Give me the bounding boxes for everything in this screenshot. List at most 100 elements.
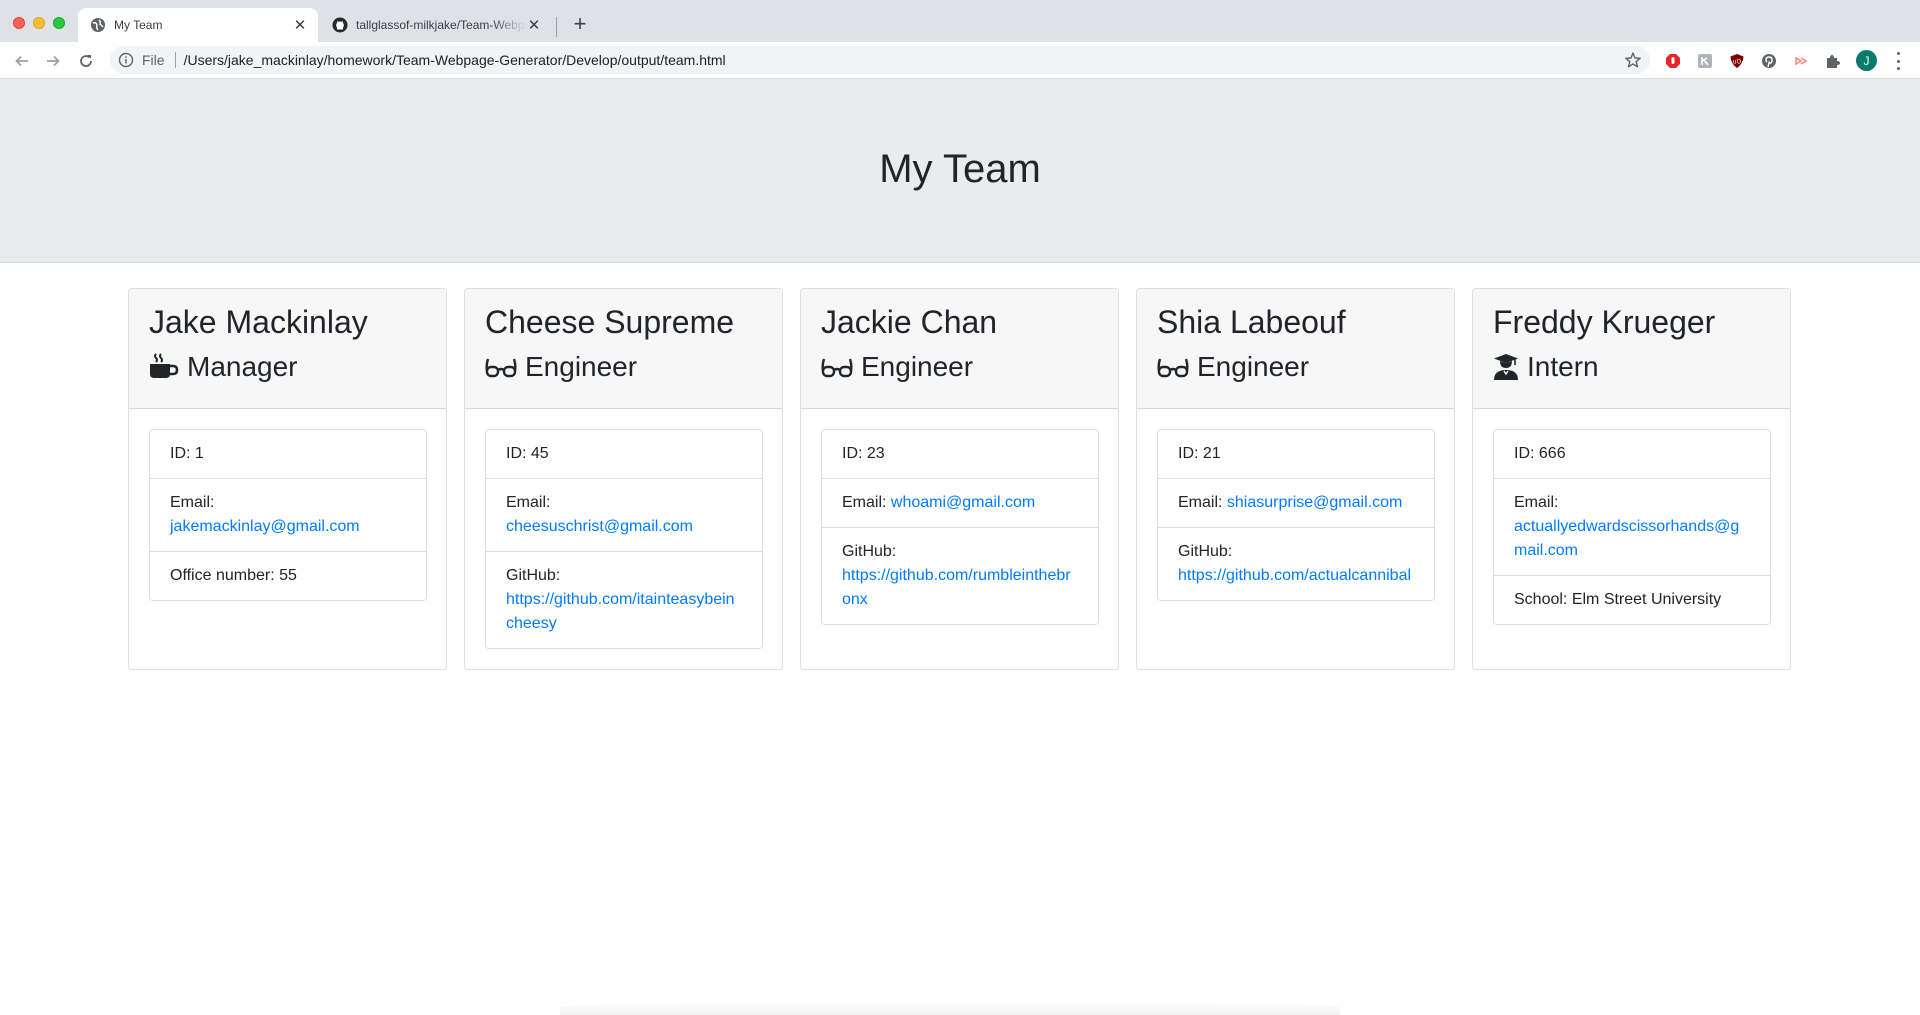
employee-role: Engineer [485,349,637,385]
email-link[interactable]: actuallyedwardscissorhands@gmail.com [1514,518,1739,559]
employee-id: ID: 666 [1514,445,1566,462]
tab-my-team[interactable]: My Team ✕ [78,8,318,42]
globe-icon [90,17,106,33]
address-bar[interactable]: File /Users/jake_mackinlay/homework/Team… [110,46,1650,74]
card-header: Jackie Chan Engineer [801,289,1118,409]
email-link[interactable]: cheesuschrist@gmail.com [506,518,693,535]
role-label: Engineer [1197,351,1310,382]
tab-title: My Team [114,18,163,32]
ublock-icon[interactable]: uO [1728,52,1746,70]
card-header: Cheese Supreme Engineer [465,289,782,409]
email-link[interactable]: shiasurprise@gmail.com [1227,494,1402,511]
role-label: Manager [187,351,298,382]
employee-email-row: Email: whoami@gmail.com [822,478,1098,527]
email-link[interactable]: whoami@gmail.com [891,494,1035,511]
github-link[interactable]: https://github.com/itainteasybeincheesy [506,591,735,632]
email-link[interactable]: jakemackinlay@gmail.com [170,518,360,535]
maximize-window-button[interactable] [53,17,65,29]
employee-card: Jackie Chan Engineer ID: 23 Email: whoam… [800,288,1119,670]
role-label: Intern [1527,351,1599,382]
card-header: Freddy Krueger Intern [1473,289,1790,409]
puzzle-icon[interactable] [1824,52,1842,70]
employee-details: ID: 21 Email: shiasurprise@gmail.com Git… [1157,429,1435,601]
extension-grey-icon[interactable] [1696,52,1714,70]
tab-github-repo[interactable]: tallglassof-milkjake/Team-Webpage-Genera… [320,8,552,42]
employee-details: ID: 1 Email: jakemackinlay@gmail.com Off… [149,429,427,601]
employee-details: ID: 666 Email: actuallyedwardscissorhand… [1493,429,1771,625]
close-tab-icon[interactable]: ✕ [526,17,542,34]
employee-card: Shia Labeouf Engineer ID: 21 Email: shia… [1136,288,1455,670]
pinterest-icon[interactable] [1760,52,1778,70]
forward-arrow-icon[interactable] [43,51,63,71]
employee-details: ID: 45 Email: cheesuschrist@gmail.com Gi… [485,429,763,649]
employee-id: ID: 45 [506,445,549,462]
back-arrow-icon[interactable] [12,51,32,71]
github-row: GitHub: https://github.com/itainteasybei… [486,551,762,648]
window-bottom-shadow [560,1000,1340,1015]
github-link[interactable]: https://github.com/rumbleinthebronx [842,567,1071,608]
employee-email-row: Email: shiasurprise@gmail.com [1158,478,1434,527]
github-label: GitHub: [506,567,561,584]
employee-card: Jake Mackinlay Manager ID: 1 Email: jake… [128,288,447,670]
email-label: Email: [1178,494,1223,511]
employee-name: Jake Mackinlay [149,304,368,340]
scheme-label: File [142,52,165,68]
tab-title: tallglassof-milkjake/Team-Webpage-Genera… [356,18,526,32]
employee-name: Shia Labeouf [1157,304,1346,340]
team-cards: Jake Mackinlay Manager ID: 1 Email: jake… [128,288,1792,670]
github-link[interactable]: https://github.com/actualcannibal [1178,567,1411,584]
new-tab-button[interactable]: + [570,13,590,35]
employee-name: Jackie Chan [821,304,998,340]
url-text[interactable]: /Users/jake_mackinlay/homework/Team-Webp… [184,52,726,68]
glasses-icon [1157,355,1189,379]
employee-role: Engineer [1157,349,1309,385]
close-tab-icon[interactable]: ✕ [292,17,308,34]
employee-email-row: Email: cheesuschrist@gmail.com [486,478,762,551]
adblock-icon[interactable] [1664,52,1682,70]
svg-text:uO: uO [1733,59,1742,66]
info-icon[interactable] [118,52,134,68]
minimize-window-button[interactable] [33,17,45,29]
employee-email-row: Email: actuallyedwardscissorhands@gmail.… [1494,478,1770,575]
office-number: Office number: 55 [150,551,426,600]
glasses-icon [485,355,517,379]
browser-tab-strip: My Team ✕ tallglassof-milkjake/Team-Webp… [0,0,1920,42]
profile-avatar[interactable]: J [1856,50,1877,71]
glasses-icon [821,355,853,379]
employee-role: Manager [149,349,298,385]
bookmark-star-icon[interactable] [1624,51,1642,69]
page-title: My Team [879,147,1041,191]
github-label: GitHub: [842,543,897,560]
graduate-icon [1493,353,1519,381]
mug-icon [149,353,179,381]
omnibox-divider [174,52,176,68]
browser-toolbar: File /Users/jake_mackinlay/homework/Team… [0,42,1920,79]
github-icon [332,17,348,33]
employee-name: Cheese Supreme [485,304,735,340]
employee-card: Cheese Supreme Engineer ID: 45 Email: ch… [464,288,783,670]
school: School: Elm Street University [1494,575,1770,624]
close-window-button[interactable] [13,17,25,29]
cast-icon[interactable] [1792,52,1810,70]
employee-role: Engineer [821,349,973,385]
employee-name: Freddy Krueger [1493,304,1716,340]
employee-id: ID: 23 [842,445,885,462]
role-label: Engineer [861,351,974,382]
email-label: Email: [506,494,551,511]
email-label: Email: [842,494,887,511]
employee-email-row: Email: jakemackinlay@gmail.com [150,478,426,551]
email-label: Email: [170,494,215,511]
github-row: GitHub: https://github.com/actualcanniba… [1158,527,1434,600]
github-row: GitHub: https://github.com/rumbleinthebr… [822,527,1098,624]
employee-details: ID: 23 Email: whoami@gmail.com GitHub: h… [821,429,1099,625]
page-content: My Team Jake Mackinlay Manager ID: 1 Ema… [0,79,1920,1015]
more-menu-icon[interactable] [1890,52,1906,70]
card-header: Jake Mackinlay Manager [129,289,446,409]
email-label: Email: [1514,494,1559,511]
card-header: Shia Labeouf Engineer [1137,289,1454,409]
reload-icon[interactable] [76,51,96,71]
github-label: GitHub: [1178,543,1233,560]
role-label: Engineer [525,351,638,382]
employee-id: ID: 1 [170,445,204,462]
employee-id: ID: 21 [1178,445,1221,462]
